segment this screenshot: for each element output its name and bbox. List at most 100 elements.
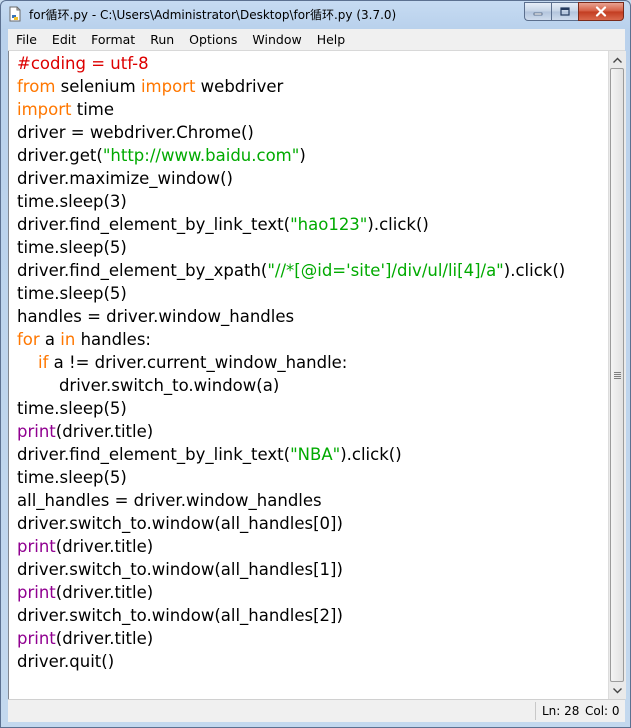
window-title: for循环.py - C:\Users\Administrator\Deskto… — [29, 8, 397, 22]
vertical-scrollbar[interactable] — [608, 51, 626, 699]
menu-edit[interactable]: Edit — [44, 29, 83, 50]
code-token: print — [17, 583, 56, 602]
code-line: driver.switch_to.window(a) — [17, 376, 279, 395]
code-line: handles = driver.window_handles — [17, 307, 294, 326]
maximize-button[interactable] — [551, 2, 578, 21]
code-token: driver.get( — [17, 146, 103, 165]
code-token: (driver.title) — [55, 537, 154, 556]
code-line: driver.switch_to.window(all_handles[0]) — [17, 514, 343, 533]
code-token: for — [17, 330, 40, 349]
code-line: for a in handles: — [17, 330, 151, 349]
status-line: Ln: 28 — [542, 704, 580, 718]
menu-options[interactable]: Options — [181, 29, 244, 50]
scroll-down-button[interactable] — [609, 682, 626, 699]
code-token: in — [60, 330, 76, 349]
chevron-up-icon — [613, 57, 622, 63]
menu-window[interactable]: Window — [244, 29, 308, 50]
code-token: driver = webdriver.Chrome() — [17, 123, 254, 142]
code-line: all_handles = driver.window_handles — [17, 491, 322, 510]
code-line: print(driver.title) — [17, 422, 153, 441]
code-token: time.sleep(5) — [17, 399, 127, 418]
close-icon — [595, 6, 607, 17]
chevron-down-icon — [613, 687, 622, 693]
menu-bar: File Edit Format Run Options Window Help — [8, 29, 625, 51]
code-line: driver = webdriver.Chrome() — [17, 123, 254, 142]
scroll-thumb[interactable] — [610, 68, 624, 682]
code-token: ) — [299, 146, 306, 165]
code-line: if a != driver.current_window_handle: — [17, 353, 347, 372]
code-token: from — [17, 77, 56, 96]
minimize-button[interactable] — [524, 2, 551, 21]
code-token: time.sleep(5) — [17, 238, 127, 257]
code-line: print(driver.title) — [17, 583, 153, 602]
code-token: (driver.title) — [55, 583, 154, 602]
code-line: driver.switch_to.window(all_handles[1]) — [17, 560, 343, 579]
code-line: time.sleep(5) — [17, 468, 127, 487]
minimize-icon — [533, 12, 543, 15]
code-line: driver.find_element_by_link_text("NBA").… — [17, 445, 402, 464]
code-token: driver.switch_to.window(a) — [17, 376, 280, 395]
code-token: driver.switch_to.window(all_handles[2]) — [17, 606, 343, 625]
code-token: ).click() — [367, 215, 429, 234]
code-line: #coding = utf-8 — [17, 54, 149, 73]
close-button[interactable] — [578, 2, 624, 21]
menu-format[interactable]: Format — [83, 29, 142, 50]
code-token: print — [17, 537, 56, 556]
menu-help[interactable]: Help — [309, 29, 353, 50]
code-token: "//*[@id='site']/div/ul/li[4]/a" — [267, 261, 504, 280]
code-line: from selenium import webdriver — [17, 77, 283, 96]
code-line: time.sleep(5) — [17, 284, 127, 303]
status-column: Col: 0 — [585, 704, 620, 718]
code-token: driver.find_element_by_link_text( — [17, 215, 291, 234]
code-token: driver.quit() — [17, 652, 115, 671]
code-token: time.sleep(5) — [17, 468, 127, 487]
code-token: ).click() — [340, 445, 402, 464]
code-line: time.sleep(5) — [17, 238, 127, 257]
code-line: driver.quit() — [17, 652, 114, 671]
code-line: print(driver.title) — [17, 629, 153, 648]
idle-window: for循环.py - C:\Users\Administrator\Deskto… — [0, 0, 631, 728]
code-token: a — [39, 330, 61, 349]
code-line: print(driver.title) — [17, 537, 153, 556]
code-editor[interactable]: #coding = utf-8 from selenium import web… — [8, 51, 609, 699]
window-controls — [524, 2, 624, 21]
code-text[interactable]: #coding = utf-8 from selenium import web… — [17, 52, 565, 673]
code-token: webdriver — [195, 77, 284, 96]
code-token: a != driver.current_window_handle: — [48, 353, 348, 372]
code-token: "http://www.baidu.com" — [102, 146, 300, 165]
code-token: time — [71, 100, 115, 119]
code-token: print — [17, 629, 56, 648]
code-token: driver.maximize_window() — [17, 169, 233, 188]
code-line: time.sleep(5) — [17, 399, 127, 418]
code-line: driver.get("http://www.baidu.com") — [17, 146, 306, 165]
status-bar: Ln: 28 Col: 0 — [8, 699, 625, 722]
code-token: handles = driver.window_handles — [17, 307, 295, 326]
code-token: "hao123" — [290, 215, 368, 234]
code-line: driver.switch_to.window(all_handles[2]) — [17, 606, 343, 625]
code-line: driver.find_element_by_link_text("hao123… — [17, 215, 429, 234]
title-bar[interactable]: for循环.py - C:\Users\Administrator\Deskto… — [1, 1, 630, 29]
code-token: time.sleep(5) — [17, 284, 127, 303]
code-token: all_handles = driver.window_handles — [17, 491, 322, 510]
code-token: if — [37, 353, 49, 372]
idle-python-file-icon — [7, 6, 23, 22]
code-token: ).click() — [503, 261, 566, 280]
code-line: import time — [17, 100, 114, 119]
code-token: driver.find_element_by_xpath( — [17, 261, 268, 280]
code-line: driver.find_element_by_xpath("//*[@id='s… — [17, 261, 565, 280]
maximize-icon — [560, 6, 570, 16]
code-token: driver.switch_to.window(all_handles[0]) — [17, 514, 343, 533]
code-token: driver.find_element_by_link_text( — [17, 445, 291, 464]
menu-run[interactable]: Run — [142, 29, 181, 50]
code-token: import — [17, 100, 72, 119]
code-line: time.sleep(3) — [17, 192, 127, 211]
menu-file[interactable]: File — [8, 29, 44, 50]
status-divider — [535, 702, 536, 720]
scroll-up-button[interactable] — [609, 51, 626, 68]
grip-icon — [613, 371, 621, 379]
code-token: selenium — [55, 77, 141, 96]
code-token: driver.switch_to.window(all_handles[1]) — [17, 560, 343, 579]
code-token: handles: — [75, 330, 151, 349]
code-token: #coding = utf-8 — [17, 54, 149, 73]
